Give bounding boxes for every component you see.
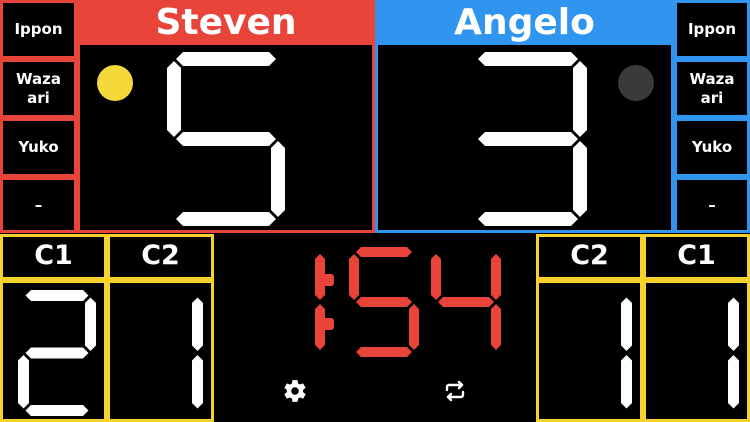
left-c2-panel[interactable] (107, 280, 214, 422)
right-c2-digit (621, 297, 632, 409)
left-ippon-label: Ippon (14, 20, 63, 38)
left-c1-digit (18, 290, 96, 416)
timer-colon (322, 274, 334, 330)
left-minus-button[interactable]: – (0, 177, 77, 233)
right-score-digit (478, 52, 587, 226)
right-minus-button[interactable]: – (674, 177, 750, 233)
gear-icon[interactable] (280, 376, 310, 406)
right-ippon-button[interactable]: Ippon (674, 0, 750, 59)
right-c2-label[interactable]: C2 (536, 234, 643, 280)
swap-icon[interactable] (440, 376, 470, 406)
right-minus-label: – (708, 195, 716, 214)
left-indicator-dot (97, 65, 133, 101)
right-yuko-label: Yuko (691, 138, 733, 156)
right-score-panel[interactable] (375, 45, 674, 233)
right-yuko-button[interactable]: Yuko (674, 118, 750, 177)
right-c1-digit (728, 297, 739, 409)
timer-seconds-tens-digit (349, 247, 419, 357)
left-wazaari-button[interactable]: Waza ari (0, 59, 77, 118)
left-c2-label[interactable]: C2 (107, 234, 214, 280)
left-player-name[interactable]: Steven (77, 0, 375, 45)
right-c1-label[interactable]: C1 (643, 234, 750, 280)
left-c1-label[interactable]: C1 (0, 234, 107, 280)
left-c1-panel[interactable] (0, 280, 107, 422)
right-c1-panel[interactable] (643, 280, 750, 422)
right-wazaari-button[interactable]: Waza ari (674, 59, 750, 118)
right-wazaari-label: Waza ari (689, 69, 735, 107)
right-player-name[interactable]: Angelo (375, 0, 674, 45)
left-score-digit (167, 52, 285, 226)
left-score-panel[interactable] (77, 45, 375, 233)
left-minus-label: – (34, 195, 43, 214)
right-c2-panel[interactable] (536, 280, 643, 422)
right-ippon-label: Ippon (687, 20, 737, 38)
left-wazaari-label: Waza ari (16, 69, 61, 107)
match-timer[interactable] (214, 234, 536, 422)
left-yuko-button[interactable]: Yuko (0, 118, 77, 177)
left-c2-digit (192, 297, 203, 409)
left-yuko-label: Yuko (18, 138, 59, 156)
timer-seconds-ones-digit (431, 254, 501, 350)
left-ippon-button[interactable]: Ippon (0, 0, 77, 59)
right-indicator-dot (618, 65, 654, 101)
